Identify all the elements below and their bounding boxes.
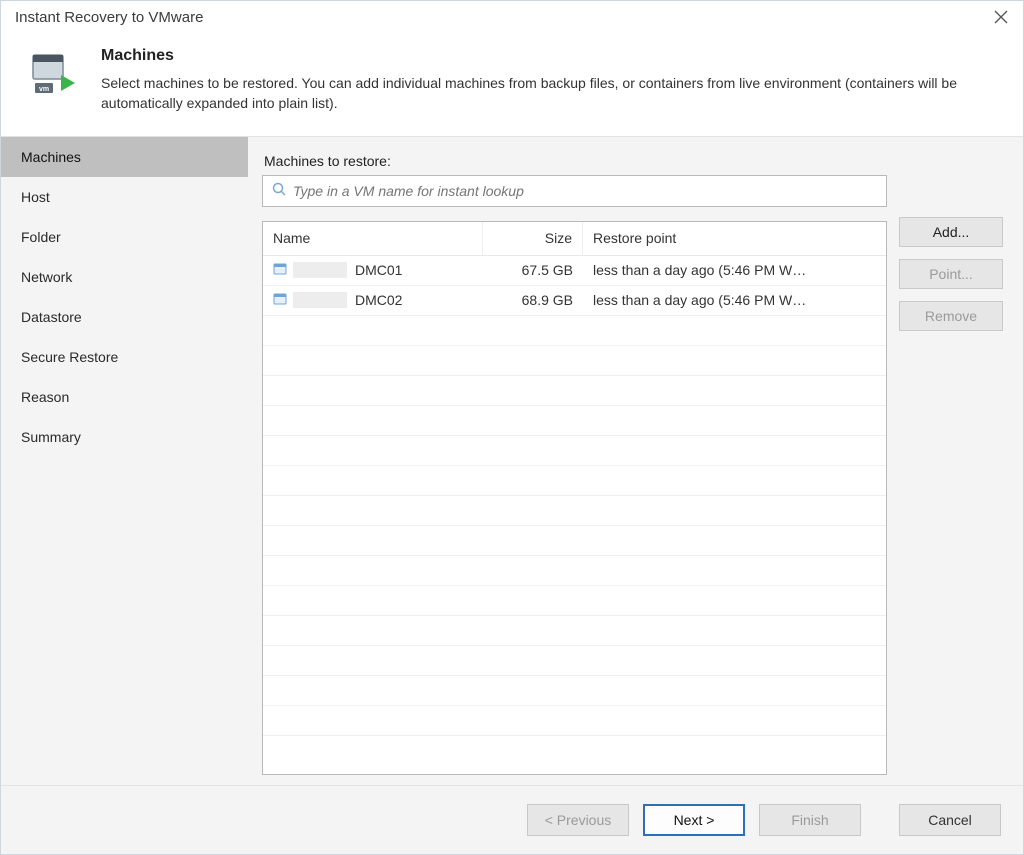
vm-icon <box>273 293 287 307</box>
machines-table: Name Size Restore point <box>262 221 887 775</box>
empty-row <box>263 436 886 466</box>
close-icon[interactable] <box>991 7 1011 27</box>
wizard-header: vm Machines Select machines to be restor… <box>1 33 1023 136</box>
previous-button[interactable]: < Previous <box>527 804 629 836</box>
remove-button[interactable]: Remove <box>899 301 1003 331</box>
row-restore-point: less than a day ago (5:46 PM W… <box>583 292 886 308</box>
step-label: Secure Restore <box>21 349 118 365</box>
row-name: DMC01 <box>355 262 402 278</box>
empty-row <box>263 706 886 736</box>
row-name: DMC02 <box>355 292 402 308</box>
step-label: Machines <box>21 149 81 165</box>
empty-row <box>263 556 886 586</box>
col-restore-point[interactable]: Restore point <box>583 222 886 255</box>
redacted-prefix <box>293 262 347 278</box>
empty-row <box>263 406 886 436</box>
table-header: Name Size Restore point <box>263 222 886 256</box>
empty-row <box>263 466 886 496</box>
search-input[interactable] <box>287 179 878 203</box>
step-folder[interactable]: Folder <box>1 217 248 257</box>
empty-row <box>263 316 886 346</box>
step-summary[interactable]: Summary <box>1 417 248 457</box>
wizard-footer: < Previous Next > Finish Cancel <box>1 785 1023 854</box>
step-datastore[interactable]: Datastore <box>1 297 248 337</box>
empty-row <box>263 646 886 676</box>
wizard-window: Instant Recovery to VMware vm Machines S… <box>0 0 1024 855</box>
point-button[interactable]: Point... <box>899 259 1003 289</box>
add-button[interactable]: Add... <box>899 217 1003 247</box>
step-label: Network <box>21 269 72 285</box>
step-secure-restore[interactable]: Secure Restore <box>1 337 248 377</box>
section-label: Machines to restore: <box>264 153 1003 169</box>
empty-row <box>263 676 886 706</box>
step-label: Folder <box>21 229 61 245</box>
row-size: 68.9 GB <box>483 292 583 308</box>
table-row[interactable]: DMC01 67.5 GB less than a day ago (5:46 … <box>263 256 886 286</box>
next-button[interactable]: Next > <box>643 804 745 836</box>
col-size[interactable]: Size <box>483 222 583 255</box>
col-name[interactable]: Name <box>263 222 483 255</box>
row-size: 67.5 GB <box>483 262 583 278</box>
empty-row <box>263 376 886 406</box>
main-panel: Machines to restore: Name Size <box>248 137 1023 785</box>
step-reason[interactable]: Reason <box>1 377 248 417</box>
table-body: DMC01 67.5 GB less than a day ago (5:46 … <box>263 256 886 736</box>
empty-row <box>263 586 886 616</box>
step-network[interactable]: Network <box>1 257 248 297</box>
header-heading: Machines <box>101 47 1005 65</box>
vm-restore-icon: vm <box>31 47 79 100</box>
wizard-body: Machines Host Folder Network Datastore S… <box>1 136 1023 785</box>
step-label: Summary <box>21 429 81 445</box>
row-restore-point: less than a day ago (5:46 PM W… <box>583 262 886 278</box>
empty-row <box>263 616 886 646</box>
window-title: Instant Recovery to VMware <box>15 9 203 26</box>
left-column: Name Size Restore point <box>262 175 887 775</box>
action-buttons: Add... Point... Remove <box>899 175 1003 775</box>
empty-row <box>263 496 886 526</box>
search-icon <box>271 181 287 200</box>
cancel-button[interactable]: Cancel <box>899 804 1001 836</box>
titlebar: Instant Recovery to VMware <box>1 1 1023 33</box>
step-machines[interactable]: Machines <box>1 137 248 177</box>
step-label: Host <box>21 189 50 205</box>
redacted-prefix <box>293 292 347 308</box>
table-row[interactable]: DMC02 68.9 GB less than a day ago (5:46 … <box>263 286 886 316</box>
step-label: Reason <box>21 389 69 405</box>
empty-row <box>263 346 886 376</box>
finish-button[interactable]: Finish <box>759 804 861 836</box>
step-label: Datastore <box>21 309 82 325</box>
search-box <box>262 175 887 207</box>
header-text: Machines Select machines to be restored.… <box>101 47 1005 114</box>
wizard-steps: Machines Host Folder Network Datastore S… <box>1 137 248 785</box>
step-host[interactable]: Host <box>1 177 248 217</box>
svg-text:vm: vm <box>39 86 49 93</box>
header-description: Select machines to be restored. You can … <box>101 73 1005 114</box>
content-row: Name Size Restore point <box>262 175 1003 775</box>
vm-icon <box>273 263 287 277</box>
empty-row <box>263 526 886 556</box>
